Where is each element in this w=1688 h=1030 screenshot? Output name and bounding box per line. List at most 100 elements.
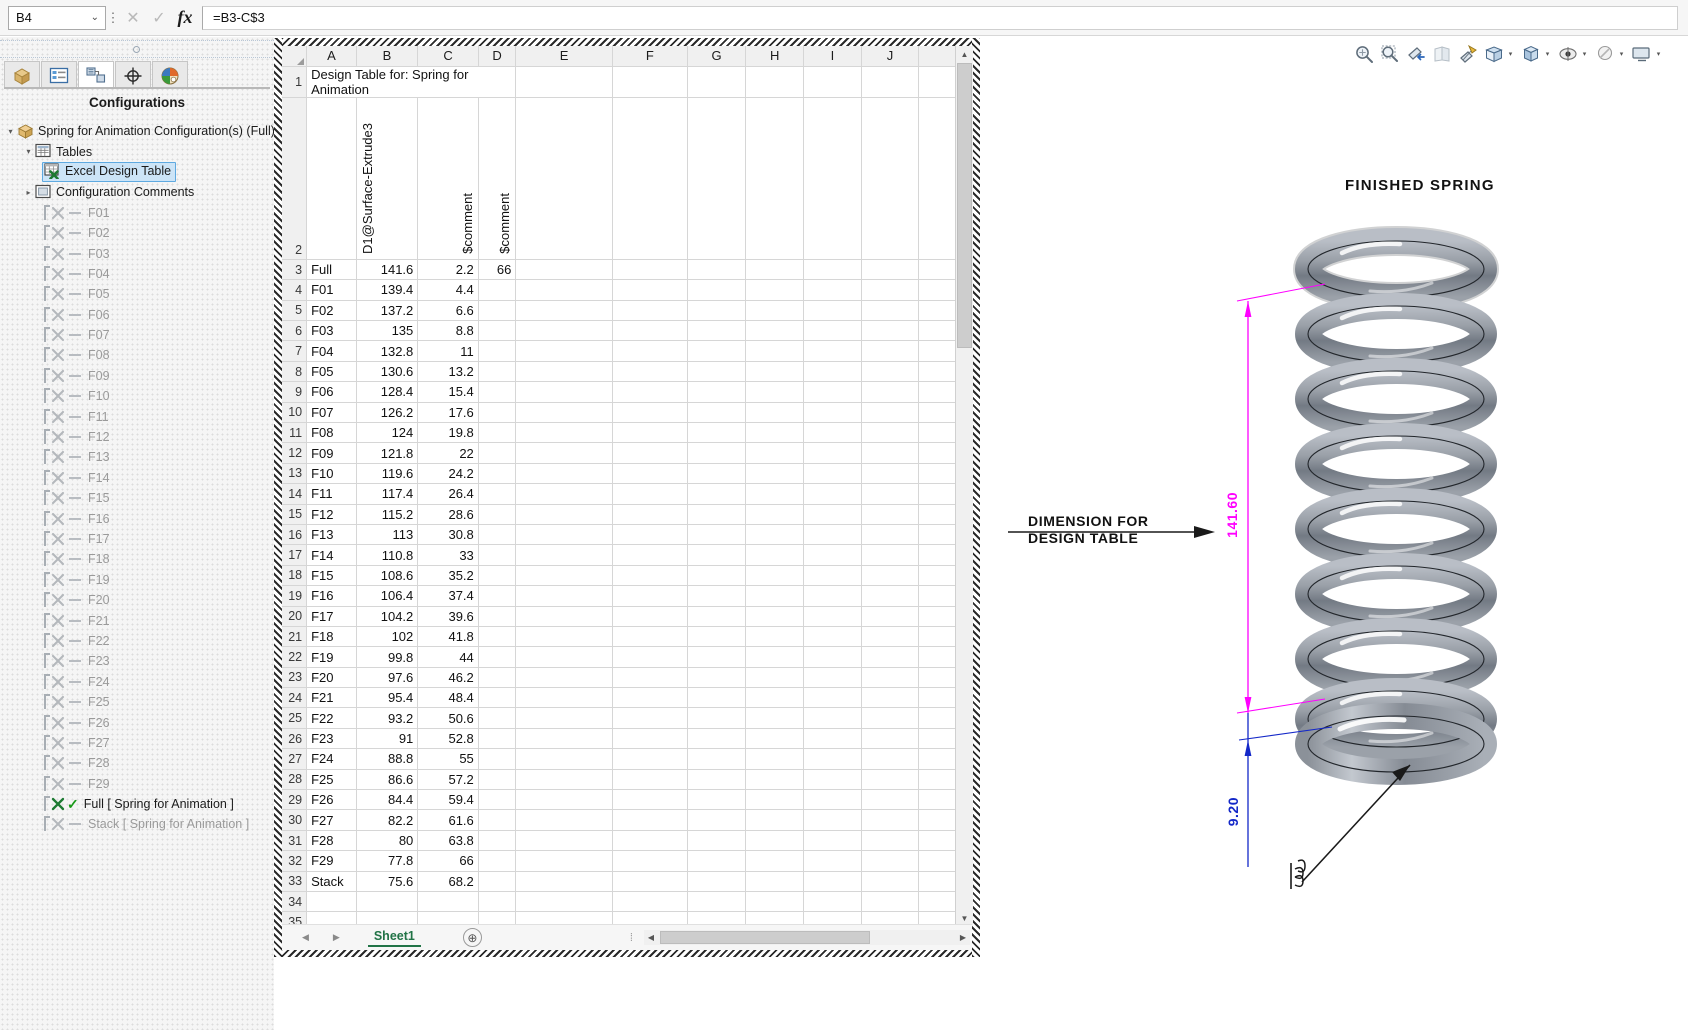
cell-config-name[interactable]: F09 xyxy=(307,443,357,463)
sidebar-tab-display-manager[interactable] xyxy=(152,61,188,89)
cell[interactable] xyxy=(861,728,919,748)
cell[interactable] xyxy=(746,667,804,687)
cell-config-name[interactable]: F24 xyxy=(307,749,357,769)
cell[interactable] xyxy=(861,790,919,810)
cell[interactable] xyxy=(612,300,687,320)
cell-comment-1[interactable]: 61.6 xyxy=(418,810,479,830)
tree-item-config[interactable]: F05 xyxy=(0,284,274,304)
view-settings-icon[interactable] xyxy=(1631,43,1653,65)
cell[interactable] xyxy=(516,728,612,748)
cell[interactable] xyxy=(687,790,745,810)
cell-d1-surface-extrude3[interactable]: 91 xyxy=(356,728,418,748)
cell-comment-1[interactable]: 19.8 xyxy=(418,423,479,443)
cell[interactable] xyxy=(746,606,804,626)
cell[interactable] xyxy=(612,524,687,544)
tree-item-config[interactable]: F10 xyxy=(0,386,274,406)
cell[interactable] xyxy=(861,708,919,728)
cell[interactable] xyxy=(746,463,804,483)
cell[interactable] xyxy=(687,851,745,871)
sheet-nav-prev-icon[interactable]: ◀ xyxy=(302,932,309,943)
tree-item-config[interactable]: F14 xyxy=(0,468,274,488)
cell-d1-surface-extrude3[interactable]: 82.2 xyxy=(356,810,418,830)
cell[interactable] xyxy=(804,524,861,544)
cell[interactable] xyxy=(746,769,804,789)
cell-config-name[interactable]: F20 xyxy=(307,667,357,687)
cell-d1-surface-extrude3[interactable]: 124 xyxy=(356,423,418,443)
cell[interactable] xyxy=(612,728,687,748)
cell[interactable] xyxy=(612,66,687,97)
cell[interactable] xyxy=(612,443,687,463)
column-header-j[interactable]: J xyxy=(861,46,919,66)
accept-icon[interactable]: ✓ xyxy=(146,6,172,30)
spreadsheet-grid[interactable]: A B C D E F G H I J 1Design Table for: S… xyxy=(282,46,972,949)
cell[interactable] xyxy=(861,300,919,320)
cell[interactable] xyxy=(612,341,687,361)
row-header[interactable]: 11 xyxy=(282,423,307,443)
cell[interactable] xyxy=(861,667,919,687)
cell-comment-2[interactable] xyxy=(478,463,516,483)
cell[interactable] xyxy=(687,66,745,97)
column-header-h[interactable]: H xyxy=(746,46,804,66)
tree-item-config[interactable]: F09 xyxy=(0,366,274,386)
cell[interactable] xyxy=(804,810,861,830)
cell-config-name[interactable]: F17 xyxy=(307,606,357,626)
cell-d1-surface-extrude3[interactable]: 102 xyxy=(356,626,418,646)
cell[interactable] xyxy=(516,606,612,626)
cell[interactable] xyxy=(612,586,687,606)
cell-comment-2[interactable] xyxy=(478,810,516,830)
cell[interactable] xyxy=(861,810,919,830)
sheet-nav-next-icon[interactable]: ▶ xyxy=(333,932,340,943)
cell[interactable] xyxy=(746,66,804,97)
column-header-g[interactable]: G xyxy=(687,46,745,66)
cell[interactable] xyxy=(516,708,612,728)
row-header[interactable]: 15 xyxy=(282,504,307,524)
cell-comment-1[interactable]: 44 xyxy=(418,647,479,667)
cell-config-name[interactable]: Stack xyxy=(307,871,357,891)
cell[interactable] xyxy=(861,688,919,708)
cell-comment-1[interactable]: 68.2 xyxy=(418,871,479,891)
cell[interactable] xyxy=(861,463,919,483)
cell-config-name[interactable]: F28 xyxy=(307,830,357,850)
chevron-right-icon[interactable]: ▸ xyxy=(22,182,35,202)
cell[interactable] xyxy=(612,361,687,381)
cell[interactable] xyxy=(746,851,804,871)
cell-comment-1[interactable]: 8.8 xyxy=(418,321,479,341)
column-header-d[interactable]: D xyxy=(478,46,516,66)
cell[interactable] xyxy=(861,66,919,97)
cell[interactable] xyxy=(861,586,919,606)
cell[interactable] xyxy=(612,504,687,524)
cell[interactable] xyxy=(516,851,612,871)
row-header[interactable]: 8 xyxy=(282,361,307,381)
cell[interactable] xyxy=(612,463,687,483)
cell[interactable] xyxy=(516,66,612,97)
cell[interactable] xyxy=(612,259,687,279)
cell[interactable] xyxy=(746,504,804,524)
tree-item-config[interactable]: F13 xyxy=(0,447,274,467)
cell[interactable] xyxy=(746,259,804,279)
cell[interactable] xyxy=(687,361,745,381)
cell[interactable] xyxy=(861,423,919,443)
cell[interactable] xyxy=(687,810,745,830)
cell-d1-surface-extrude3[interactable]: 86.6 xyxy=(356,769,418,789)
cell[interactable] xyxy=(516,443,612,463)
cell-header-b[interactable]: D1@Surface-Extrude3 xyxy=(356,97,418,259)
cell-comment-1[interactable]: 33 xyxy=(418,545,479,565)
cell[interactable] xyxy=(861,769,919,789)
tree-item-excel-design-table[interactable]: Excel Design Table xyxy=(0,162,274,182)
cell-comment-2[interactable] xyxy=(478,443,516,463)
cell[interactable] xyxy=(516,259,612,279)
cell[interactable] xyxy=(612,565,687,585)
tree-item-configuration-comments[interactable]: ▸ Configuration Comments xyxy=(0,182,274,202)
previous-view-icon[interactable] xyxy=(1405,43,1427,65)
cell[interactable] xyxy=(612,647,687,667)
cell[interactable] xyxy=(687,259,745,279)
scroll-up-button[interactable]: ▲ xyxy=(956,46,973,62)
cell-comment-2[interactable] xyxy=(478,790,516,810)
cell[interactable] xyxy=(612,688,687,708)
cell[interactable] xyxy=(861,892,919,912)
cell[interactable] xyxy=(746,341,804,361)
cell-comment-1[interactable]: 55 xyxy=(418,749,479,769)
cell[interactable] xyxy=(687,830,745,850)
cell-config-name[interactable]: F06 xyxy=(307,382,357,402)
cell[interactable] xyxy=(861,524,919,544)
